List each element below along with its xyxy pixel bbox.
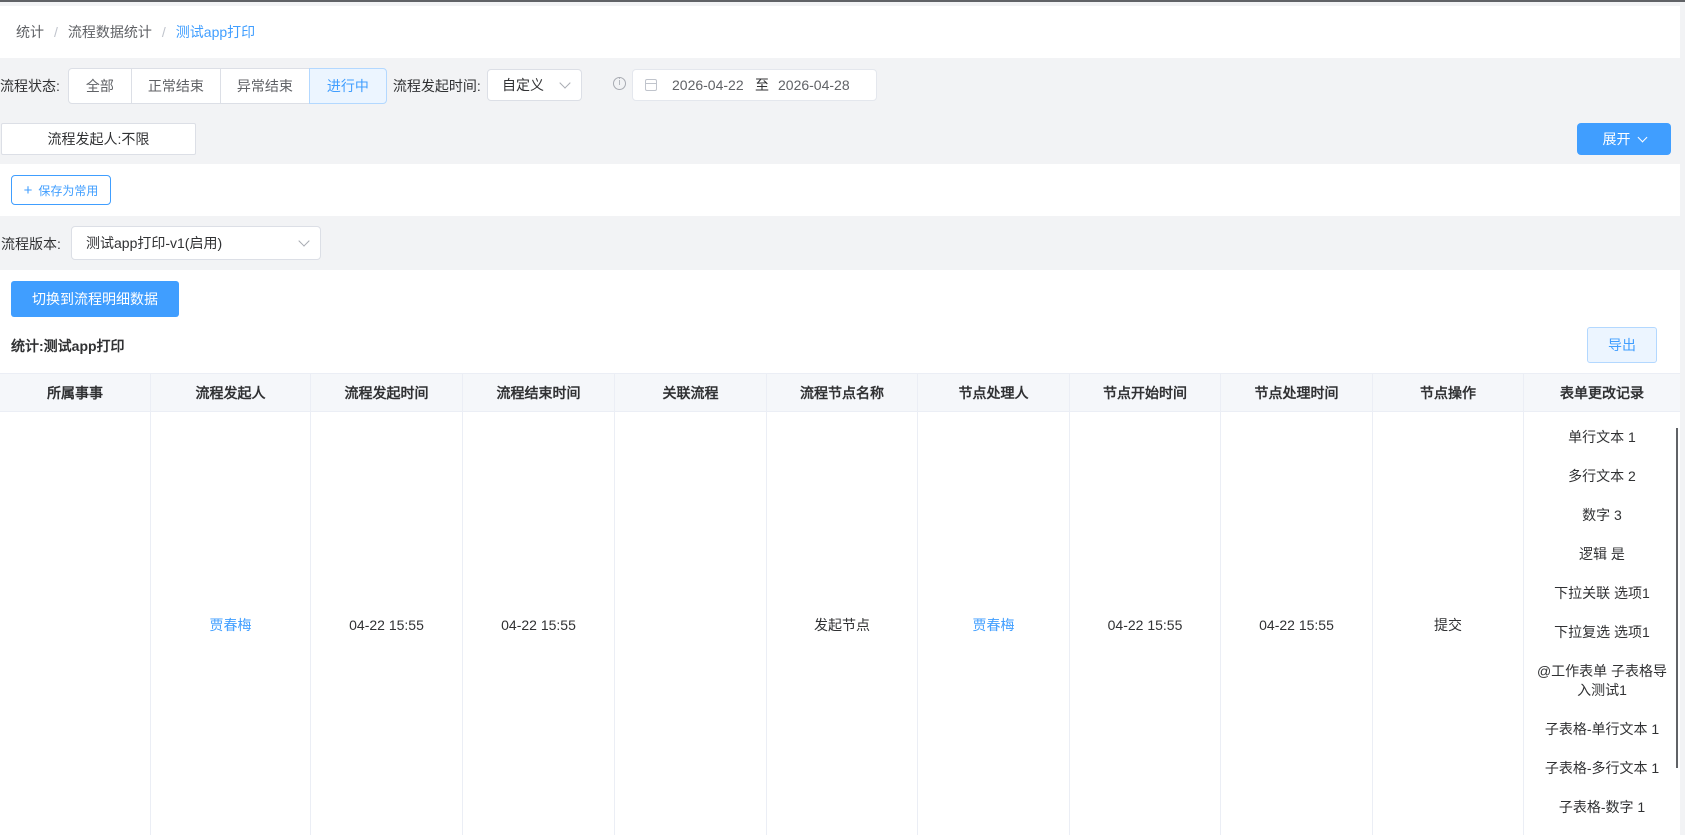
status-option-normal-end[interactable]: 正常结束 [130, 68, 221, 104]
table-header: 所属事事 流程发起人 流程发起时间 流程结束时间 关联流程 流程节点名称 节点处… [0, 373, 1680, 412]
column-header: 关联流程 [615, 374, 767, 412]
column-header: 节点操作 [1373, 374, 1524, 412]
stats-content: 切换到流程明细数据 统计:测试app打印 导出 所属事事 流程发起人 流程发起时… [0, 270, 1680, 835]
status-segmented-control: 全部 正常结束 异常结束 进行中 [67, 68, 387, 104]
version-value: 测试app打印-v1(启用) [86, 235, 223, 251]
cell-node-start: 04-22 15:55 [1070, 412, 1221, 835]
cell-operation: 提交 [1373, 412, 1524, 835]
cell-related [615, 412, 767, 835]
time-mode-value: 自定义 [502, 77, 544, 93]
version-label: 流程版本: [1, 236, 61, 252]
column-header: 节点处理时间 [1221, 374, 1373, 412]
column-header: 所属事事 [0, 374, 151, 412]
column-header: 表单更改记录 [1560, 385, 1644, 401]
cell-form-changes: 单行文本 1 多行文本 2 数字 3 逻辑 是 下拉关联 选项1 下拉复选 选项… [1524, 412, 1680, 835]
date-range-picker[interactable]: 2026-04-22 至 2026-04-28 [632, 69, 877, 101]
switch-detail-button[interactable]: 切换到流程明细数据 [11, 281, 179, 317]
cell-start-time: 04-22 15:55 [311, 412, 463, 835]
chevron-down-icon [1637, 132, 1647, 142]
plus-icon: + [23, 181, 33, 199]
date-start[interactable]: 2026-04-22 [672, 77, 744, 93]
change-item: 多行文本 2 [1568, 468, 1636, 484]
change-item: 数字 3 [1582, 507, 1622, 523]
column-header: 流程结束时间 [463, 374, 615, 412]
save-common-label: 保存为常用 [38, 183, 99, 198]
breadcrumb-separator: / [161, 24, 166, 40]
version-select[interactable]: 测试app打印-v1(启用) [71, 226, 321, 260]
change-item: 单行文本 1 [1568, 429, 1636, 445]
time-mode-select[interactable]: 自定义 [487, 69, 582, 101]
column-header: 节点处理人 [918, 374, 1070, 412]
time-label: 流程发起时间: [392, 78, 481, 94]
status-option-in-progress[interactable]: 进行中 [308, 68, 387, 104]
save-common-button[interactable]: + 保存为常用 [11, 175, 111, 205]
stats-table: 所属事事 流程发起人 流程发起时间 流程结束时间 关联流程 流程节点名称 节点处… [0, 373, 1680, 835]
breadcrumb-item-process-stats[interactable]: 流程数据统计 [68, 22, 152, 42]
chevron-down-icon [559, 77, 571, 89]
cell-matter [0, 412, 151, 835]
table-row: 贾春梅 04-22 15:55 04-22 15:55 发起节点 贾春梅 04-… [0, 412, 1680, 835]
initiator-link[interactable]: 贾春梅 [210, 615, 252, 635]
change-item: 下拉复选 选项1 [1554, 624, 1650, 640]
cell-end-time: 04-22 15:55 [463, 412, 615, 835]
cell-handler: 贾春梅 [918, 412, 1070, 835]
info-icon[interactable]: i [613, 77, 626, 90]
expand-label: 展开 [1602, 131, 1631, 147]
breadcrumb-item-stats[interactable]: 统计 [16, 22, 44, 42]
breadcrumb-separator: / [54, 24, 58, 40]
chevron-down-icon [298, 235, 310, 247]
expand-button[interactable]: 展开 [1577, 123, 1671, 155]
change-item: 子表格-多行文本 1 [1544, 760, 1660, 776]
change-item: 下拉关联 选项1 [1554, 585, 1650, 601]
cell-node-handle: 04-22 15:55 [1221, 412, 1373, 835]
save-common-bar: + 保存为常用 [0, 164, 1680, 216]
cell-initiator: 贾春梅 [151, 412, 311, 835]
change-item: 子表格-数字 1 [1558, 799, 1646, 815]
stat-title: 统计:测试app打印 [11, 338, 125, 354]
calendar-icon [645, 79, 657, 91]
status-option-abnormal-end[interactable]: 异常结束 [219, 68, 310, 104]
breadcrumb: 统计 / 流程数据统计 / 测试app打印 [0, 6, 1680, 58]
cell-scrollbar[interactable] [1676, 428, 1678, 768]
cell-node-name: 发起节点 [767, 412, 918, 835]
breadcrumb-current: 测试app打印 [175, 24, 256, 40]
initiator-filter[interactable]: 流程发起人:不限 [1, 123, 196, 155]
status-filter-row: 流程状态: 全部 正常结束 异常结束 进行中 流程发起时间: [0, 68, 481, 104]
date-end[interactable]: 2026-04-28 [778, 77, 850, 93]
change-item: 逻辑 是 [1579, 546, 1625, 562]
change-item: 子表格-单行文本 1 [1544, 721, 1660, 737]
date-separator: 至 [755, 77, 769, 93]
column-header: 流程节点名称 [767, 374, 918, 412]
status-option-all[interactable]: 全部 [67, 68, 132, 104]
column-header: 流程发起人 [151, 374, 311, 412]
status-label: 流程状态: [0, 78, 60, 94]
export-button[interactable]: 导出 [1587, 327, 1657, 363]
column-header: 节点开始时间 [1070, 374, 1221, 412]
page: 统计 / 流程数据统计 / 测试app打印 流程状态: 全部 正常结束 异常结束… [0, 0, 1685, 835]
handler-link[interactable]: 贾春梅 [973, 615, 1015, 635]
change-item: @工作表单 子表格导入测试1 [1536, 663, 1668, 698]
column-header: 流程发起时间 [311, 374, 463, 412]
